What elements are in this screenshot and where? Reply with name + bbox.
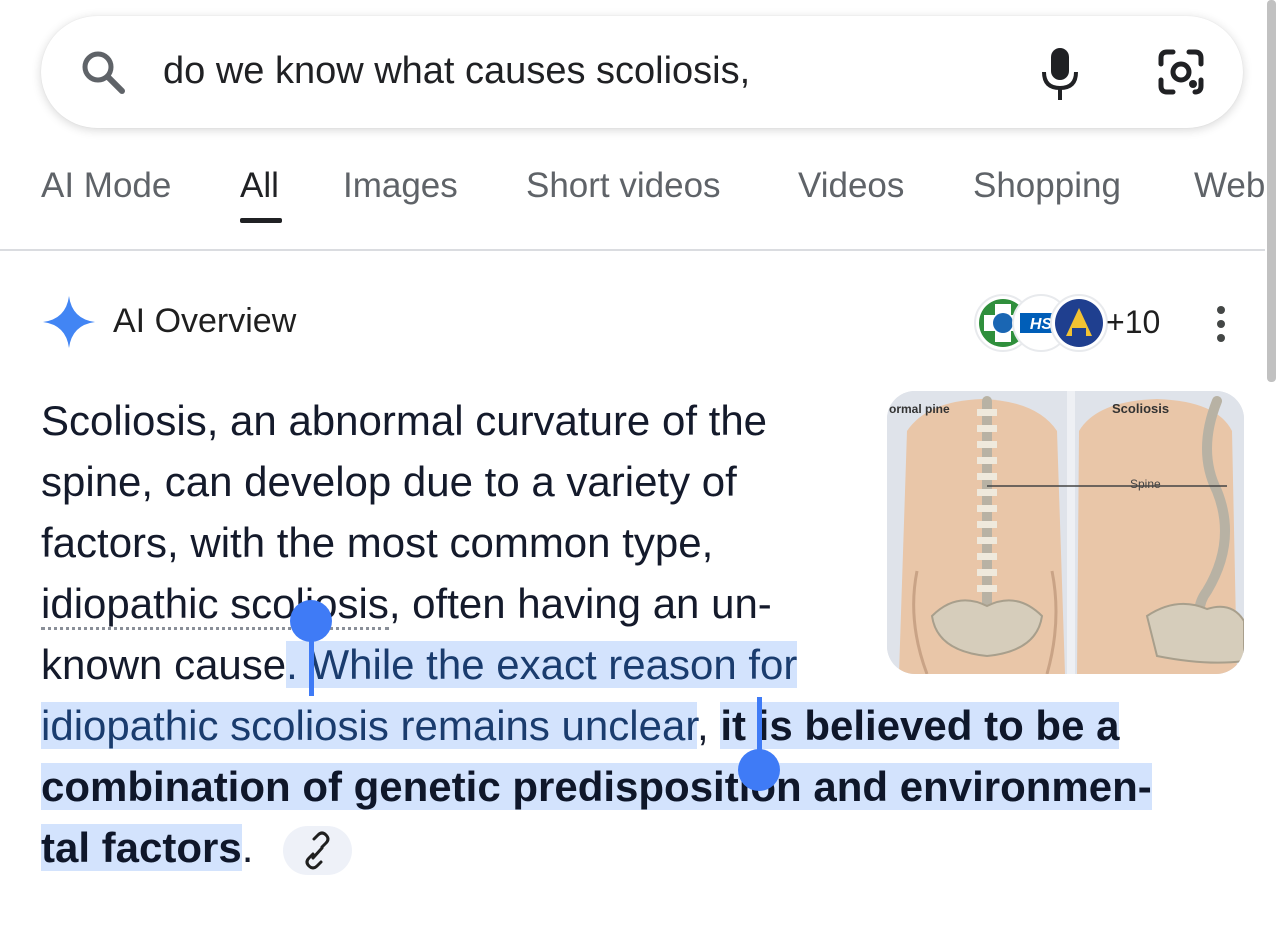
tab-web[interactable]: Web (1194, 166, 1265, 206)
overview-line-6: idiopathic scoliosis remains unclear, it… (41, 702, 1120, 749)
overview-line-8: tal factors. (41, 824, 254, 871)
tab-all[interactable]: All (240, 166, 279, 206)
camera-lens-icon[interactable] (1155, 46, 1207, 98)
overview-line-2: spine, can develop due to a variety of (41, 458, 737, 505)
search-bar[interactable]: do we know what causes scoliosis, (41, 16, 1243, 128)
search-tabs: AI Mode All Images Short videos Videos S… (0, 148, 1265, 250)
highlighted-text: tal factors (41, 824, 242, 871)
selection-end-handle[interactable] (738, 749, 780, 791)
ai-overview-title: AI Overview (113, 302, 297, 340)
source-link-button[interactable] (283, 826, 352, 875)
active-tab-indicator (240, 218, 282, 223)
link-icon (305, 831, 330, 870)
microphone-icon[interactable] (1038, 46, 1082, 104)
source-logos[interactable]: HS (974, 294, 1108, 352)
scrollbar[interactable] (1267, 0, 1276, 382)
selection-start-handle[interactable] (290, 600, 332, 642)
overview-line-5: known cause. While the exact reason for (41, 641, 798, 688)
overview-line-7: combination of genetic predisposition an… (41, 756, 1152, 817)
highlighted-text: combination of genetic predisposition an… (41, 763, 1152, 810)
idiopathic-scoliosis-link[interactable]: idiopathic scoliosis (41, 580, 389, 630)
highlighted-text: it is believed to be a (720, 702, 1120, 749)
source-logo-dome[interactable] (1050, 294, 1108, 352)
search-icon[interactable] (77, 46, 129, 98)
overview-line-3: factors, with the most common type, (41, 519, 714, 566)
tab-short-videos[interactable]: Short videos (526, 166, 721, 206)
selected-text: . While the exact reason for (286, 641, 798, 688)
source-count[interactable]: +10 (1106, 304, 1160, 341)
overview-line-4: idiopathic scoliosis, often having an un… (41, 573, 772, 634)
selected-text: idiopathic scoliosis remains unclear (41, 702, 697, 749)
more-vert-icon[interactable] (1208, 304, 1234, 344)
overview-line-1: Scoliosis, an abnormal curvature of the (41, 397, 768, 444)
spine-illustration[interactable]: ormal pine Scoliosis Spine (887, 391, 1244, 674)
divider (0, 249, 1265, 251)
image-label-spine: Spine (1130, 477, 1161, 491)
tab-videos[interactable]: Videos (798, 166, 904, 206)
image-label-normal: ormal pine (889, 402, 950, 416)
tab-images[interactable]: Images (343, 166, 458, 206)
tab-ai-mode[interactable]: AI Mode (41, 166, 171, 206)
tab-shopping[interactable]: Shopping (973, 166, 1121, 206)
sparkle-icon (43, 296, 95, 348)
search-input[interactable]: do we know what causes scoliosis, (163, 50, 750, 93)
image-label-scoliosis: Scoliosis (1112, 401, 1169, 416)
